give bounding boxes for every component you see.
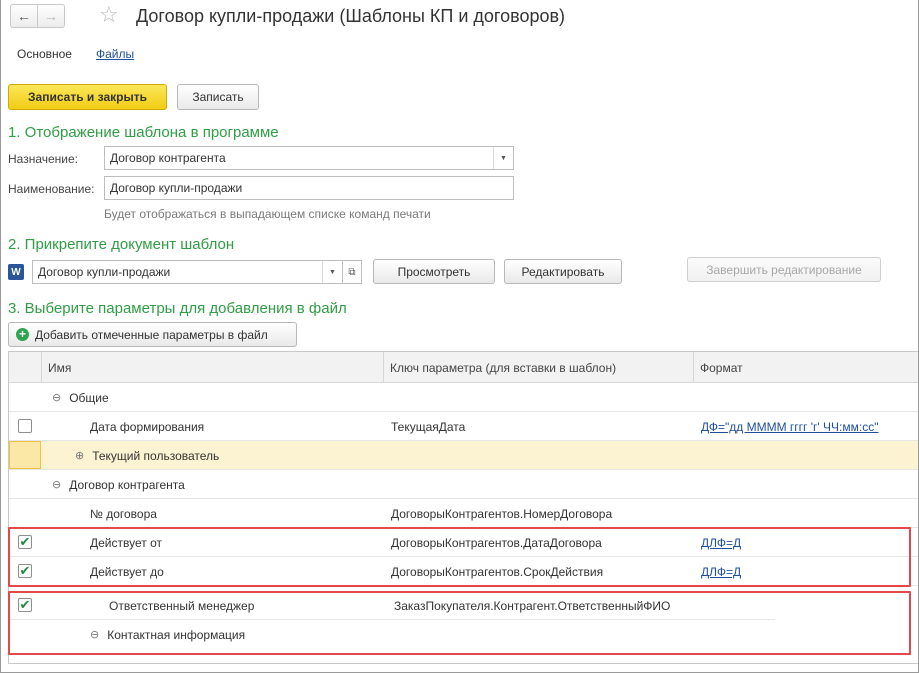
table-row[interactable]: Дата формирования ТекущаяДата ДФ="дд МММ… (9, 412, 918, 441)
print-menu-hint: Будет отображаться в выпадающем списке к… (104, 207, 431, 221)
edit-button[interactable]: Редактировать (504, 259, 622, 284)
section-params-title: 3. Выберите параметры для добавления в ф… (8, 300, 347, 317)
column-key[interactable]: Ключ параметра (для вставки в шаблон) (383, 352, 693, 383)
row-name: Договор контрагента (69, 477, 185, 492)
row-name: Общие (69, 390, 109, 405)
table-row[interactable]: № договора ДоговорыКонтрагентов.НомерДог… (9, 499, 918, 528)
forward-button[interactable]: → (37, 4, 65, 28)
row-checkbox[interactable] (18, 419, 32, 433)
page-title: Договор купли-продажи (Шаблоны КП и дого… (136, 6, 566, 26)
chevron-down-icon[interactable]: ▼ (493, 147, 513, 169)
row-checkbox[interactable] (9, 441, 41, 469)
chevron-down-icon[interactable]: ▼ (322, 261, 342, 283)
name-input[interactable]: Договор купли-продажи (104, 176, 514, 200)
add-params-button[interactable]: + Добавить отмеченные параметры в файл (8, 322, 297, 347)
tab-main[interactable]: Основное (17, 47, 72, 61)
row-name: № договора (90, 506, 157, 521)
name-value: Договор купли-продажи (110, 181, 243, 195)
row-format-link[interactable]: ДФ="дд ММММ гггг 'г' ЧЧ:мм:сс" (701, 412, 878, 441)
collapse-icon[interactable]: ⊖ (52, 391, 61, 404)
purpose-label: Назначение: (8, 152, 79, 166)
table-header: Имя Ключ параметра (для вставки в шаблон… (9, 352, 918, 383)
plus-circle-icon: + (16, 328, 29, 341)
back-button[interactable]: ← (10, 4, 38, 28)
row-key: ДоговорыКонтрагентов.НомерДоговора (391, 506, 613, 521)
finish-editing-button[interactable]: Завершить редактирование (687, 257, 881, 282)
template-file-select[interactable]: Договор купли-продажи ▼ (32, 260, 343, 284)
purpose-select[interactable]: Договор контрагента ▼ (104, 146, 514, 170)
row-key: ТекущаяДата (391, 419, 466, 434)
table-row[interactable]: ⊖ Договор контрагента (9, 470, 918, 499)
table-row[interactable]: ⊖ Общие (9, 383, 918, 412)
add-params-label: Добавить отмеченные параметры в файл (35, 327, 268, 342)
row-name: Текущий пользователь (92, 448, 220, 463)
purpose-value: Договор контрагента (110, 151, 226, 165)
expand-icon[interactable]: ⊕ (75, 449, 84, 462)
word-document-icon: W (8, 264, 24, 280)
column-format[interactable]: Формат (693, 352, 918, 383)
row-name: Дата формирования (90, 419, 205, 434)
template-file-value: Договор купли-продажи (38, 265, 171, 279)
tab-files[interactable]: Файлы (96, 47, 134, 61)
arrow-left-icon: ← (17, 8, 31, 24)
highlight-box-dates (8, 527, 911, 587)
arrow-right-icon: → (44, 8, 58, 24)
section-display-title: 1. Отображение шаблона в программе (8, 124, 279, 141)
highlight-box-manager (8, 591, 911, 655)
view-button[interactable]: Просмотреть (373, 259, 495, 284)
table-row[interactable]: ⊕ Текущий пользователь (9, 441, 918, 470)
section-attach-title: 2. Прикрепите документ шаблон (8, 236, 235, 253)
name-label: Наименование: (8, 182, 95, 196)
save-and-close-button[interactable]: Записать и закрыть (8, 84, 167, 110)
favorite-star-icon[interactable]: ☆ (99, 3, 119, 27)
open-file-icon[interactable]: ⧉ (342, 260, 362, 284)
collapse-icon[interactable]: ⊖ (52, 478, 61, 491)
save-button[interactable]: Записать (177, 84, 259, 110)
column-name[interactable]: Имя (41, 352, 383, 383)
